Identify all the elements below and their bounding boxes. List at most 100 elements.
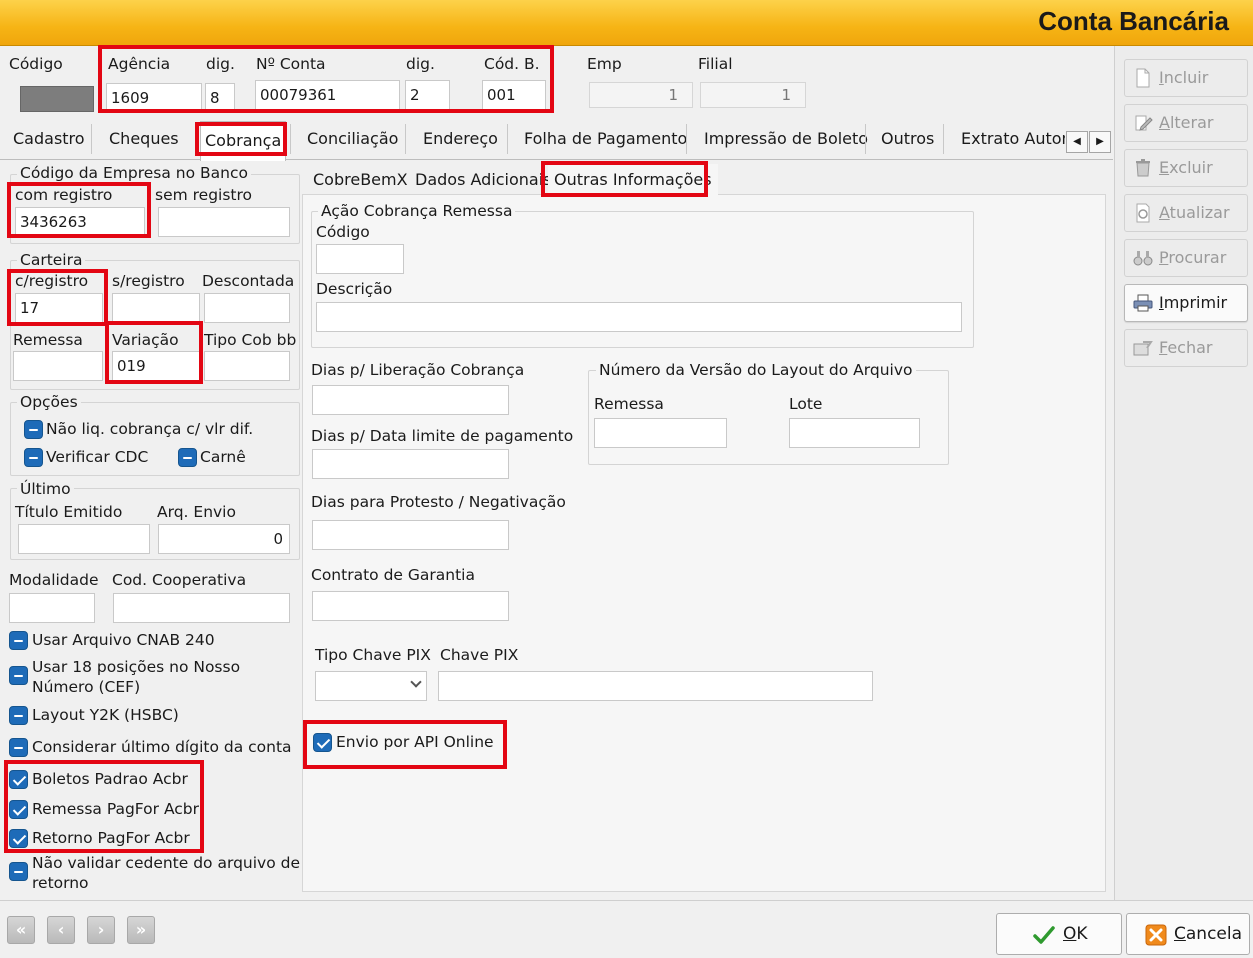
tab-impressao-boleto[interactable]: Impressão de Boleto <box>700 120 872 160</box>
contrato-garantia-label: Contrato de Garantia <box>311 566 475 584</box>
tab-scroll-left-icon[interactable]: ◀ <box>1066 131 1088 153</box>
atualizar-button[interactable]: Atualizar <box>1124 194 1248 232</box>
tab-cobranca[interactable]: Cobrança <box>200 121 287 161</box>
opcoes-group-label: Opções <box>17 393 81 411</box>
subtab-dados-adicionais[interactable]: Dados Adicionais <box>415 164 552 196</box>
ultimo-digito-checkbox[interactable] <box>9 738 28 757</box>
dias-protesto-field[interactable] <box>312 520 509 550</box>
tab-cheques[interactable]: Cheques <box>105 120 183 160</box>
contrato-garantia-field[interactable] <box>312 591 509 621</box>
next-record-icon[interactable]: › <box>87 916 115 944</box>
cancela-button[interactable]: Cancela <box>1126 913 1250 955</box>
new-document-icon <box>1136 68 1150 88</box>
retorno-pagfor-checkbox[interactable] <box>9 829 28 848</box>
dias-liberacao-field[interactable] <box>312 385 509 415</box>
trash-icon <box>1136 159 1150 177</box>
c-registro-field[interactable]: 17 <box>15 293 103 323</box>
cancela-label: Cancela <box>1174 914 1242 954</box>
variacao-field[interactable]: 019 <box>112 351 200 381</box>
verificar-cdc-label: Verificar CDC <box>46 448 149 466</box>
modalidade-field[interactable] <box>9 593 95 623</box>
procurar-button[interactable]: Procurar <box>1124 239 1248 277</box>
last-record-icon[interactable]: » <box>127 916 155 944</box>
tab-folha-pagamento[interactable]: Folha de Pagamento <box>520 120 691 160</box>
previous-record-icon[interactable]: ‹ <box>47 916 75 944</box>
title-bar: Conta Bancária <box>0 0 1253 46</box>
excluir-mnemonic: E <box>1159 158 1170 177</box>
subtab-cobrebemx[interactable]: CobreBemX <box>313 164 408 196</box>
dig-conta-field[interactable]: 2 <box>405 80 450 110</box>
imprimir-button[interactable]: Imprimir <box>1124 284 1248 322</box>
ultimo-digito-label: Considerar último dígito da conta <box>32 738 292 756</box>
incluir-label: ncluir <box>1163 68 1209 87</box>
cnab240-checkbox[interactable] <box>9 631 28 650</box>
first-record-icon[interactable]: « <box>7 916 35 944</box>
18-posicoes-checkbox[interactable] <box>9 666 28 685</box>
y2k-label: Layout Y2K (HSBC) <box>32 706 179 724</box>
nao-validar-cedente-label-line1: Não validar cedente do arquivo de <box>32 854 300 872</box>
tipo-cob-field[interactable] <box>204 351 290 381</box>
alterar-label: lterar <box>1169 113 1214 132</box>
nao-liq-label: Não liq. cobrança c/ vlr dif. <box>46 420 254 438</box>
ok-label-rest: K <box>1076 924 1088 944</box>
sem-registro-field[interactable] <box>158 207 290 237</box>
remessa-carteira-field[interactable] <box>13 351 103 381</box>
incluir-button[interactable]: Incluir <box>1124 59 1248 97</box>
y2k-checkbox[interactable] <box>9 706 28 725</box>
arq-envio-field[interactable]: 0 <box>158 524 290 554</box>
nao-liq-checkbox[interactable] <box>24 420 43 439</box>
alterar-button[interactable]: Alterar <box>1124 104 1248 142</box>
fechar-label: echar <box>1167 338 1213 357</box>
carne-checkbox[interactable] <box>178 448 197 467</box>
ok-mnemonic: O <box>1063 924 1077 944</box>
agencia-field[interactable]: 1609 <box>106 83 202 113</box>
versao-lote-field[interactable] <box>789 418 920 448</box>
acao-codigo-field[interactable] <box>316 244 404 274</box>
com-registro-field[interactable]: 3436263 <box>15 207 145 237</box>
tab-scroll-right-icon[interactable]: ▶ <box>1089 131 1111 153</box>
versao-lote-label: Lote <box>789 395 823 413</box>
tab-separator <box>865 124 866 154</box>
tab-extrato-autom[interactable]: Extrato Autom <box>957 120 1065 160</box>
cod-cooperativa-field[interactable] <box>113 593 290 623</box>
descontada-field[interactable] <box>204 293 290 323</box>
dias-data-limite-field[interactable] <box>312 449 509 479</box>
fechar-button[interactable]: Fechar <box>1124 329 1248 367</box>
s-registro-field[interactable] <box>112 293 200 323</box>
cod-empresa-group-label: Código da Empresa no Banco <box>17 164 251 182</box>
tab-conciliacao[interactable]: Conciliação <box>303 120 402 160</box>
tipo-chave-pix-select[interactable] <box>315 671 427 701</box>
com-registro-label: com registro <box>15 186 113 204</box>
cod-cooperativa-label: Cod. Cooperativa <box>112 571 247 589</box>
nao-validar-cedente-checkbox[interactable] <box>9 862 28 881</box>
check-icon <box>1033 926 1055 944</box>
verificar-cdc-checkbox[interactable] <box>24 448 43 467</box>
arq-envio-label: Arq. Envio <box>157 503 236 521</box>
binoculars-icon <box>1133 251 1153 266</box>
tab-endereco[interactable]: Endereço <box>419 120 502 160</box>
excluir-button[interactable]: Excluir <box>1124 149 1248 187</box>
tab-outros[interactable]: Outros <box>877 120 938 160</box>
dig-agencia-label: dig. <box>206 55 235 73</box>
carne-label: Carnê <box>200 448 246 466</box>
chave-pix-field[interactable] <box>438 671 873 701</box>
versao-remessa-field[interactable] <box>594 418 727 448</box>
remessa-pagfor-checkbox[interactable] <box>9 800 28 819</box>
retorno-pagfor-label: Retorno PagFor Acbr <box>32 829 190 847</box>
ok-button[interactable]: OK <box>996 913 1122 955</box>
conta-field[interactable]: 00079361 <box>255 80 400 110</box>
tab-cadastro[interactable]: Cadastro <box>9 120 89 160</box>
dig-agencia-field[interactable]: 8 <box>205 83 235 113</box>
codb-field[interactable]: 001 <box>482 80 546 110</box>
titulo-emitido-field[interactable] <box>18 524 150 554</box>
modalidade-label: Modalidade <box>9 571 99 589</box>
envio-api-online-label: Envio por API Online <box>336 733 494 751</box>
envio-api-online-checkbox[interactable] <box>313 733 332 752</box>
acao-descricao-field[interactable] <box>316 302 962 332</box>
codigo-field[interactable] <box>20 86 94 112</box>
remessa-pagfor-label: Remessa PagFor Acbr <box>32 800 200 818</box>
cancel-icon <box>1145 924 1167 946</box>
subtab-outras-informacoes[interactable]: Outras Informações <box>548 164 718 196</box>
dig-conta-label: dig. <box>406 55 435 73</box>
boletos-padrao-checkbox[interactable] <box>9 770 28 789</box>
